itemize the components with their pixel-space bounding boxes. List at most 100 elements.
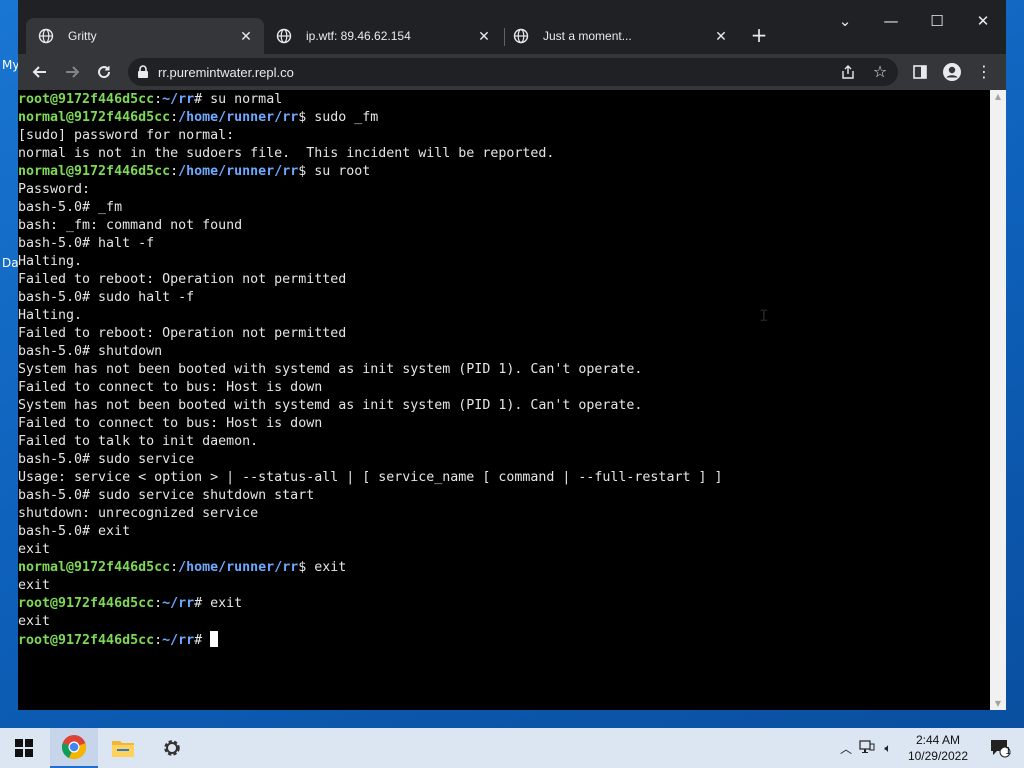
volume-icon[interactable]: 🔈︎ xyxy=(878,741,898,756)
terminal-text: Failed to connect to bus: Host is down xyxy=(18,416,323,431)
tab-just-a-moment[interactable]: Just a moment... ✕ xyxy=(501,18,739,54)
terminal-text: System has not been booted with systemd … xyxy=(18,398,643,413)
prompt-user-host: normal@9172f446d5cc xyxy=(18,110,171,125)
terminal-line: Halting. xyxy=(18,307,990,325)
lock-icon[interactable] xyxy=(128,62,158,83)
terminal-line: Usage: service < option > | --status-all… xyxy=(18,469,990,487)
close-icon[interactable]: ✕ xyxy=(476,28,492,45)
prompt-user-host: root@9172f446d5cc xyxy=(18,596,155,611)
terminal-text: exit xyxy=(18,614,51,629)
address-bar[interactable]: rr.puremintwater.repl.co xyxy=(128,58,898,86)
terminal-line: Failed to connect to bus: Host is down xyxy=(18,379,990,397)
taskbar-file-explorer[interactable] xyxy=(99,728,147,768)
new-tab-button[interactable]: + xyxy=(748,24,770,46)
profile-icon[interactable] xyxy=(940,60,964,84)
close-icon[interactable]: ✕ xyxy=(713,28,729,45)
prompt-path: ~/rr xyxy=(162,633,195,648)
terminal-text: $ sudo _fm xyxy=(298,110,379,125)
terminal-line: root@9172f446d5cc:~/rr# exit xyxy=(18,595,990,613)
terminal-text: Failed to talk to init daemon. xyxy=(18,434,259,449)
browser-window: Gritty ✕ ip.wtf: 89.46.62.154 ✕ Just a m… xyxy=(18,0,1006,710)
terminal-text: bash: _fm: command not found xyxy=(18,218,243,233)
tab-title: Gritty xyxy=(68,29,97,43)
desktop-icon-label[interactable]: Da xyxy=(2,256,19,270)
terminal-text: : xyxy=(154,633,163,648)
bookmark-star-icon[interactable]: ☆ xyxy=(868,60,892,84)
prompt-user-host: root@9172f446d5cc xyxy=(18,92,155,107)
share-icon[interactable] xyxy=(836,60,860,84)
terminal-line: exit xyxy=(18,613,990,631)
terminal-text: Halting. xyxy=(18,254,83,269)
prompt-user-host: normal@9172f446d5cc xyxy=(18,560,171,575)
reload-icon[interactable] xyxy=(92,60,116,84)
terminal-text: bash-5.0# _fm xyxy=(18,200,123,215)
terminal-line: bash-5.0# shutdown xyxy=(18,343,990,361)
chrome-icon xyxy=(61,735,87,760)
terminal-line: Failed to reboot: Operation not permitte… xyxy=(18,271,990,289)
terminal-line: exit xyxy=(18,541,990,559)
network-icon[interactable] xyxy=(856,739,878,757)
back-icon[interactable] xyxy=(28,60,52,84)
terminal-text: bash-5.0# sudo service xyxy=(18,452,195,467)
terminal[interactable]: root@9172f446d5cc:~/rr# su normal normal@… xyxy=(18,90,990,710)
terminal-line: bash-5.0# exit xyxy=(18,523,990,541)
terminal-line: System has not been booted with systemd … xyxy=(18,397,990,415)
forward-icon[interactable] xyxy=(60,60,84,84)
desktop-icon-label[interactable]: My xyxy=(2,58,19,72)
terminal-text: bash-5.0# sudo halt -f xyxy=(18,290,195,305)
terminal-text: shutdown: unrecognized service xyxy=(18,506,259,521)
terminal-text: System has not been booted with systemd … xyxy=(18,362,643,377)
terminal-text: : xyxy=(154,92,163,107)
prompt-path: /home/runner/rr xyxy=(178,164,299,179)
clock[interactable]: 2:44 AM 10/29/2022 xyxy=(908,732,968,764)
terminal-line: normal@9172f446d5cc:/home/runner/rr$ sud… xyxy=(18,109,990,127)
terminal-text: : xyxy=(170,110,179,125)
window-close-icon[interactable]: ✕ xyxy=(968,12,998,30)
terminal-text: : xyxy=(170,164,179,179)
terminal-line: bash-5.0# sudo halt -f xyxy=(18,289,990,307)
clock-time: 2:44 AM xyxy=(915,733,960,747)
browser-toolbar: rr.puremintwater.repl.co ☆ ⋮ xyxy=(18,54,1006,90)
minimize-icon[interactable]: — xyxy=(876,12,906,30)
tab-gritty[interactable]: Gritty ✕ xyxy=(26,18,264,54)
side-panel-icon[interactable] xyxy=(908,60,932,84)
terminal-line: Halting. xyxy=(18,253,990,271)
terminal-line: Failed to connect to bus: Host is down xyxy=(18,415,990,433)
tab-search-icon[interactable]: ⌄ xyxy=(830,12,860,30)
globe-icon xyxy=(513,28,529,44)
scrollbar[interactable]: ▲ ▼ xyxy=(990,90,1006,710)
taskbar-settings[interactable] xyxy=(148,728,196,768)
chevron-up-icon[interactable]: ︿ xyxy=(838,740,854,757)
terminal-line: bash-5.0# sudo service xyxy=(18,451,990,469)
clock-date: 10/29/2022 xyxy=(907,749,968,763)
folder-icon xyxy=(112,741,134,757)
terminal-line: Failed to talk to init daemon. xyxy=(18,433,990,451)
menu-kebab-icon[interactable]: ⋮ xyxy=(972,60,996,84)
prompt-user-host: root@9172f446d5cc xyxy=(18,633,155,648)
notification-button[interactable]: 1 xyxy=(976,728,1024,768)
scroll-down-icon[interactable]: ▼ xyxy=(990,699,1006,708)
terminal-line: bash-5.0# halt -f xyxy=(18,235,990,253)
start-button[interactable] xyxy=(0,728,48,768)
globe-icon xyxy=(276,28,292,44)
terminal-text: # su normal xyxy=(194,92,283,107)
terminal-text: # xyxy=(194,633,211,648)
maximize-icon[interactable]: ☐ xyxy=(922,12,952,30)
globe-icon xyxy=(38,28,54,44)
tab-title: ip.wtf: 89.46.62.154 xyxy=(306,29,411,43)
terminal-line: normal@9172f446d5cc:/home/runner/rr$ exi… xyxy=(18,559,990,577)
tab-ip-wtf[interactable]: ip.wtf: 89.46.62.154 ✕ xyxy=(264,18,502,54)
prompt-path: /home/runner/rr xyxy=(178,560,299,575)
terminal-text: : xyxy=(154,596,163,611)
scroll-up-icon[interactable]: ▲ xyxy=(990,92,1006,101)
terminal-text: bash-5.0# halt -f xyxy=(18,236,155,251)
tab-strip: Gritty ✕ ip.wtf: 89.46.62.154 ✕ Just a m… xyxy=(18,0,1006,54)
gear-icon xyxy=(164,740,180,756)
prompt-path: /home/runner/rr xyxy=(178,110,299,125)
terminal-text: exit xyxy=(18,542,51,557)
terminal-text: exit xyxy=(18,578,51,593)
terminal-text: bash-5.0# sudo service shutdown start xyxy=(18,488,315,503)
taskbar-chrome[interactable] xyxy=(50,728,98,768)
close-icon[interactable]: ✕ xyxy=(238,28,254,45)
terminal-line: exit xyxy=(18,577,990,595)
